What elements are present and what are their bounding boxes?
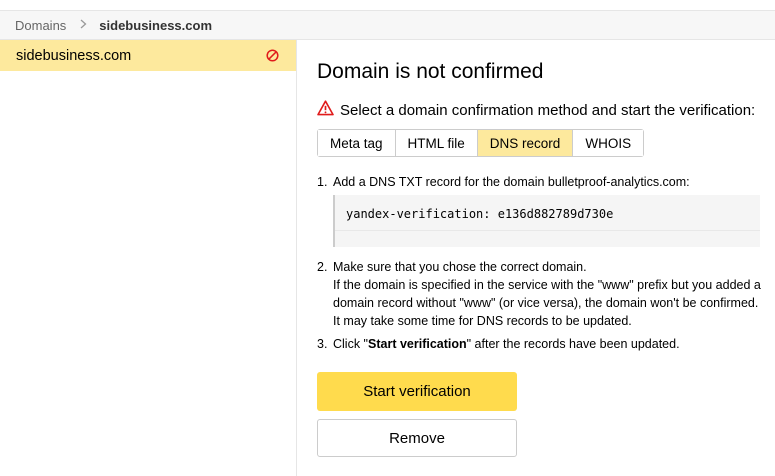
sidebar-item-domain[interactable]: sidebusiness.com — [0, 40, 296, 71]
warning-icon — [317, 100, 340, 120]
tab-meta-tag[interactable]: Meta tag — [318, 130, 396, 156]
warning-row: Select a domain confirmation method and … — [317, 100, 755, 120]
chevron-right-icon — [80, 18, 87, 32]
breadcrumb-current: sidebusiness.com — [99, 17, 213, 33]
code-empty-line — [335, 231, 760, 246]
remove-button[interactable]: Remove — [317, 419, 517, 457]
dns-record-value[interactable]: yandex-verification: e136d882789d730e — [335, 195, 760, 231]
step-3-bold: Start verification — [368, 337, 467, 351]
page-title: Domain is not confirmed — [317, 60, 544, 83]
step-1: 1. Add a DNS TXT record for the domain b… — [317, 173, 757, 191]
method-tabs: Meta tag HTML file DNS record WHOIS — [317, 129, 645, 157]
sidebar-item-label: sidebusiness.com — [16, 47, 132, 64]
tab-html-file[interactable]: HTML file — [395, 130, 478, 156]
step-1-number: 1. — [317, 175, 328, 189]
breadcrumb-domains-link[interactable]: Domains — [15, 18, 66, 33]
sidebar: sidebusiness.com — [0, 40, 297, 476]
breadcrumb: Domains sidebusiness.com — [0, 10, 775, 40]
step-3-prefix: Click " — [333, 337, 368, 351]
tab-dns-record[interactable]: DNS record — [477, 130, 574, 156]
not-allowed-icon — [266, 48, 280, 63]
step-3: 3. Click "Start verification" after the … — [317, 335, 767, 353]
step-3-suffix: " after the records have been updated. — [466, 337, 680, 351]
dns-record-code-box[interactable]: yandex-verification: e136d882789d730e — [333, 195, 760, 247]
step-2-line2: If the domain is specified in the servic… — [333, 278, 761, 328]
tab-whois[interactable]: WHOIS — [573, 130, 644, 156]
start-verification-button[interactable]: Start verification — [317, 372, 517, 411]
step-2-number: 2. — [317, 260, 328, 274]
top-strip — [0, 0, 775, 10]
step-1-text: Add a DNS TXT record for the domain bull… — [333, 175, 690, 189]
step-3-number: 3. — [317, 337, 328, 351]
step-2-line1: Make sure that you chose the correct dom… — [333, 260, 587, 274]
warning-text: Select a domain confirmation method and … — [340, 101, 756, 119]
step-2: 2. Make sure that you chose the correct … — [317, 258, 767, 330]
